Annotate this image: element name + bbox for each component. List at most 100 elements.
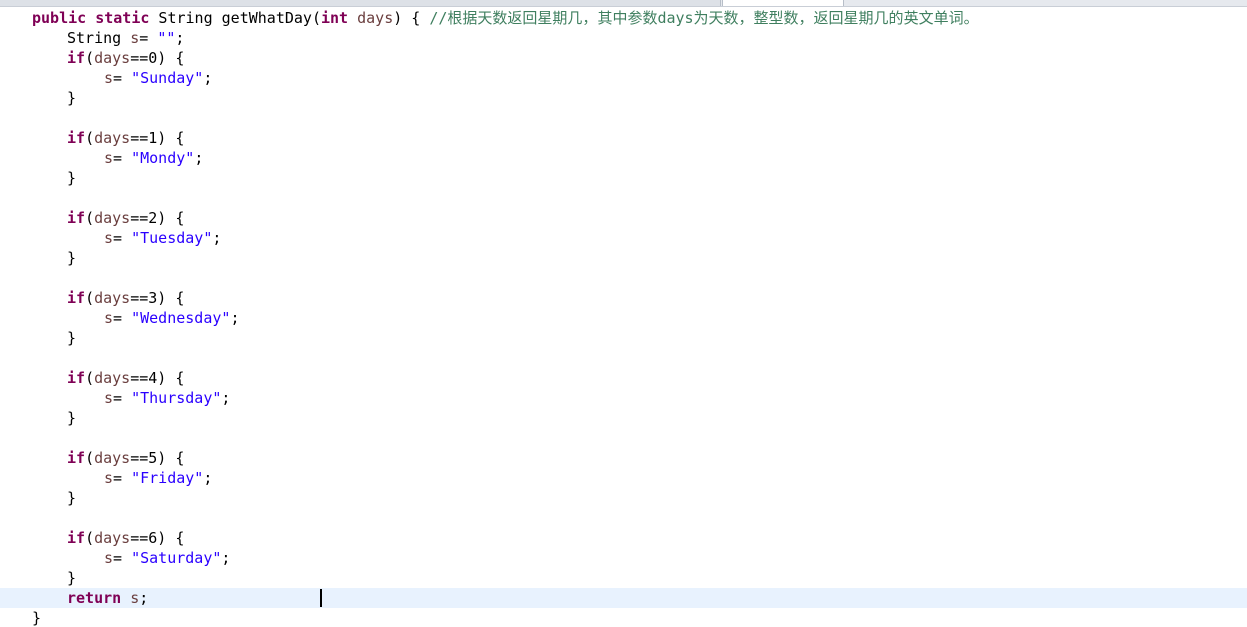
code-token-plain: ==6) {: [130, 529, 185, 547]
code-token-var: s: [104, 229, 114, 247]
code-line[interactable]: }: [0, 88, 1247, 108]
code-token-plain: (: [85, 529, 95, 547]
code-token-var: s: [104, 549, 114, 567]
code-line-text: s= "Friday";: [104, 468, 212, 488]
code-line[interactable]: }: [0, 488, 1247, 508]
editor-tab-strip: [0, 0, 1247, 7]
code-line-text: }: [67, 488, 76, 508]
code-token-var: days: [94, 129, 131, 147]
code-line[interactable]: [0, 108, 1247, 128]
code-token-plain: =: [113, 389, 132, 407]
code-line[interactable]: if(days==6) {: [0, 528, 1247, 548]
code-line[interactable]: if(days==5) {: [0, 448, 1247, 468]
code-token-plain: }: [67, 409, 77, 427]
code-line[interactable]: if(days==2) {: [0, 208, 1247, 228]
code-token-var: days: [357, 9, 394, 27]
code-token-plain: ;: [175, 29, 185, 47]
code-line[interactable]: [0, 428, 1247, 448]
code-line-text: }: [67, 328, 76, 348]
code-line-text: }: [67, 248, 76, 268]
code-line[interactable]: s= "Thursday";: [0, 388, 1247, 408]
code-token-kw: if: [67, 529, 86, 547]
code-token-plain: =: [113, 469, 132, 487]
code-token-str: "Friday": [131, 469, 204, 487]
code-line[interactable]: }: [0, 568, 1247, 588]
code-line-text: s= "Saturday";: [104, 548, 230, 568]
code-line[interactable]: s= "Mondy";: [0, 148, 1247, 168]
code-line-text: s= "Mondy";: [104, 148, 203, 168]
editor-tab[interactable]: [540, 0, 721, 6]
code-token-kw: static: [95, 9, 150, 27]
code-token-str: "Sunday": [131, 69, 204, 87]
code-line[interactable]: if(days==3) {: [0, 288, 1247, 308]
code-token-plain: }: [67, 89, 77, 107]
code-line[interactable]: if(days==4) {: [0, 368, 1247, 388]
code-line[interactable]: s= "Friday";: [0, 468, 1247, 488]
code-token-kw: if: [67, 209, 86, 227]
code-token-var: s: [104, 469, 114, 487]
code-line[interactable]: [0, 348, 1247, 368]
code-line[interactable]: [0, 188, 1247, 208]
code-line[interactable]: public static String getWhatDay(int days…: [0, 8, 1247, 28]
code-token-plain: ==0) {: [130, 49, 185, 67]
code-token-str: "": [157, 29, 176, 47]
code-line[interactable]: s= "Saturday";: [0, 548, 1247, 568]
code-line[interactable]: s= "Sunday";: [0, 68, 1247, 88]
code-line[interactable]: }: [0, 608, 1247, 627]
code-token-str: "Tuesday": [131, 229, 213, 247]
code-token-kw: if: [67, 49, 86, 67]
code-line-text: }: [67, 88, 76, 108]
editor-tab[interactable]: [0, 0, 301, 6]
code-token-plain: ;: [212, 229, 222, 247]
code-token-kw: if: [67, 449, 86, 467]
code-token-plain: ;: [203, 469, 213, 487]
code-token-plain: ;: [194, 149, 204, 167]
code-line[interactable]: [0, 268, 1247, 288]
code-token-plain: }: [67, 249, 77, 267]
code-line-text: String s= "";: [67, 28, 184, 48]
editor-tab[interactable]: [300, 0, 541, 6]
code-line[interactable]: String s= "";: [0, 28, 1247, 48]
code-token-plain: ==1) {: [130, 129, 185, 147]
code-token-var: days: [94, 209, 131, 227]
code-token-kw: public: [32, 9, 87, 27]
code-area[interactable]: public static String getWhatDay(int days…: [0, 8, 1247, 627]
code-line[interactable]: [0, 508, 1247, 528]
code-token-var: s: [130, 29, 140, 47]
code-token-plain: (: [85, 289, 95, 307]
code-token-plain: ==4) {: [130, 369, 185, 387]
code-token-plain: =: [113, 549, 132, 567]
code-token-plain: String: [67, 29, 131, 47]
code-line[interactable]: s= "Wednesday";: [0, 308, 1247, 328]
code-token-plain: }: [67, 329, 77, 347]
code-line-text: s= "Thursday";: [104, 388, 230, 408]
code-line[interactable]: }: [0, 408, 1247, 428]
code-token-plain: ;: [221, 389, 231, 407]
code-token-plain: ;: [221, 549, 231, 567]
code-line[interactable]: s= "Tuesday";: [0, 228, 1247, 248]
code-token-var: days: [94, 289, 131, 307]
code-token-plain: =: [113, 309, 132, 327]
code-line[interactable]: if(days==0) {: [0, 48, 1247, 68]
code-line-text: if(days==4) {: [67, 368, 184, 388]
editor-tab-active[interactable]: [722, 0, 844, 6]
code-line[interactable]: if(days==1) {: [0, 128, 1247, 148]
code-line[interactable]: }: [0, 248, 1247, 268]
code-token-plain: ==3) {: [130, 289, 185, 307]
code-token-plain: (: [85, 49, 95, 67]
code-line[interactable]: }: [0, 168, 1247, 188]
code-token-plain: ==5) {: [130, 449, 185, 467]
code-editor[interactable]: public static String getWhatDay(int days…: [0, 0, 1247, 627]
code-token-plain: =: [113, 229, 132, 247]
code-line-current[interactable]: return s;: [0, 588, 1247, 608]
code-line-text: if(days==1) {: [67, 128, 184, 148]
code-token-cmt: //根据天数返回星期几，其中参数days为天数，整型数，返回星期几的英文单词。: [429, 9, 979, 27]
code-line[interactable]: }: [0, 328, 1247, 348]
code-token-var: s: [130, 589, 140, 607]
code-token-var: s: [104, 69, 114, 87]
code-line-text: }: [67, 568, 76, 588]
code-token-str: "Thursday": [131, 389, 222, 407]
code-line-text: }: [67, 408, 76, 428]
